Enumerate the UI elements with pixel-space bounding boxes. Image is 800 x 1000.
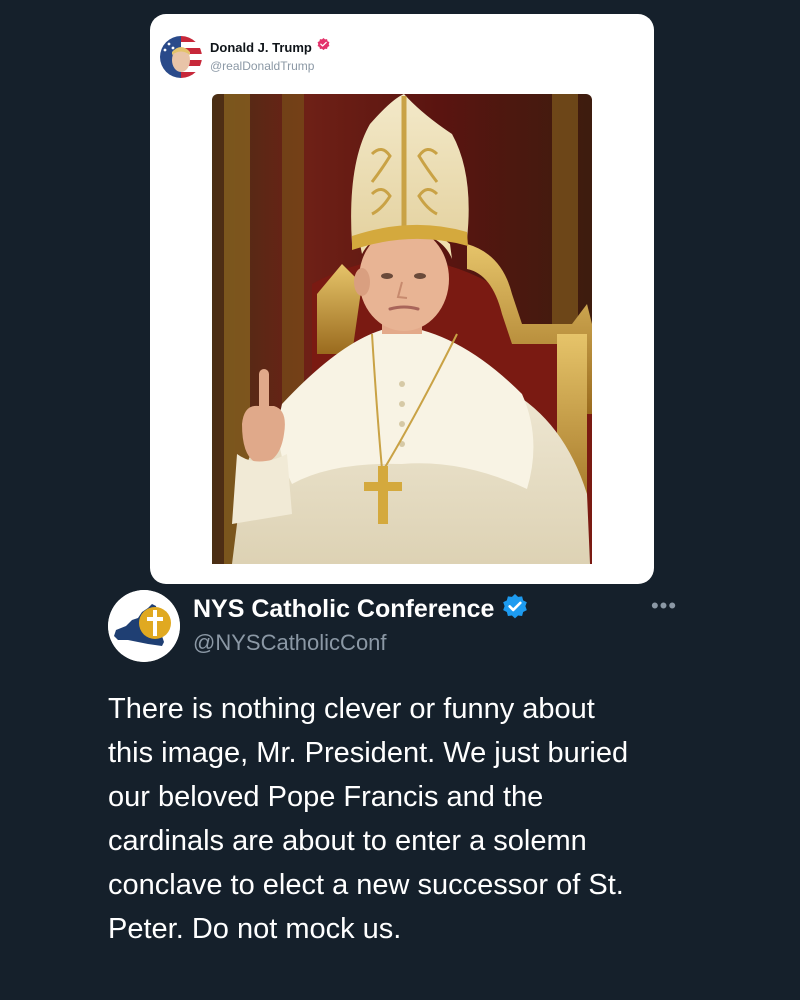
main-author-name[interactable]: NYS Catholic Conference: [193, 595, 494, 624]
tweet-text-line: this image, Mr. President. We just burie…: [108, 737, 629, 769]
main-author-handle[interactable]: @NYSCatholicConf: [193, 630, 387, 656]
main-author-avatar[interactable]: [108, 590, 180, 662]
more-options-icon[interactable]: •••: [648, 595, 680, 617]
quoted-tweet-header: Donald J. Trump @realDonaldTrump: [160, 36, 330, 78]
quoted-tweet-card[interactable]: Donald J. Trump @realDonaldTrump: [150, 14, 654, 584]
tweet-text-line: There is nothing clever or funny about: [108, 693, 595, 725]
tweet-text-line: our beloved Pope Francis and the: [108, 781, 544, 813]
verified-badge-icon: [502, 594, 528, 625]
main-author-name-row: NYS Catholic Conference: [193, 594, 528, 625]
quoted-author-name[interactable]: Donald J. Trump: [210, 40, 312, 55]
quoted-tweet-image[interactable]: [212, 94, 592, 564]
tweet-text-line: cardinals are about to enter a solemn: [108, 825, 587, 857]
quoted-author-handle[interactable]: @realDonaldTrump: [210, 59, 330, 73]
verified-badge-icon: [317, 38, 330, 56]
quoted-author-avatar[interactable]: [160, 36, 202, 78]
tweet-text: There is nothing clever or funny about t…: [108, 687, 688, 951]
tweet-text-line: conclave to elect a new successor of St.: [108, 869, 624, 901]
tweet-text-line: Peter. Do not mock us.: [108, 913, 402, 945]
